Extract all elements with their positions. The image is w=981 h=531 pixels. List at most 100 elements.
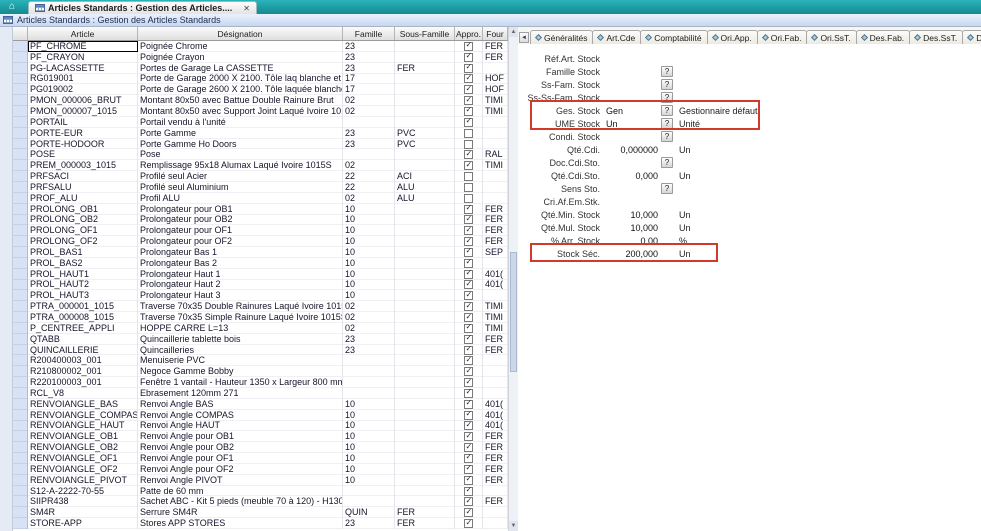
cell-four[interactable]: TIMI bbox=[483, 323, 508, 334]
cell-famille[interactable]: QUIN bbox=[343, 507, 395, 518]
cell-sous-famille[interactable] bbox=[395, 225, 455, 236]
row-selector[interactable] bbox=[13, 204, 28, 215]
cell-article[interactable]: PREM_000003_1015 bbox=[28, 160, 138, 171]
appro-checkbox[interactable] bbox=[464, 270, 473, 279]
appro-checkbox[interactable] bbox=[464, 302, 473, 311]
cell-article[interactable]: R210800002_001 bbox=[28, 366, 138, 377]
cell-designation[interactable]: Renvoi Angle BAS bbox=[138, 399, 343, 410]
cell-article[interactable]: R200400003_001 bbox=[28, 355, 138, 366]
cell-article[interactable]: RENVOIANGLE_OB2 bbox=[28, 442, 138, 453]
panel-tab[interactable]: Comptabilité bbox=[640, 30, 707, 44]
cell-four[interactable]: 401( bbox=[483, 269, 508, 280]
cell-four[interactable] bbox=[483, 366, 508, 377]
cell-article[interactable]: PMON_000006_BRUT bbox=[28, 95, 138, 106]
cell-appro[interactable] bbox=[455, 182, 483, 193]
cell-famille[interactable]: 23 bbox=[343, 139, 395, 150]
cell-designation[interactable]: Renvoi Angle PIVOT bbox=[138, 475, 343, 486]
cell-article[interactable]: PROLONG_OF1 bbox=[28, 225, 138, 236]
cell-appro[interactable] bbox=[455, 236, 483, 247]
cell-appro[interactable] bbox=[455, 388, 483, 399]
appro-checkbox[interactable] bbox=[464, 64, 473, 73]
cell-four[interactable]: FER bbox=[483, 204, 508, 215]
appro-checkbox[interactable] bbox=[464, 367, 473, 376]
help-button[interactable]: ? bbox=[661, 183, 673, 194]
cell-sous-famille[interactable] bbox=[395, 215, 455, 226]
cell-sous-famille[interactable]: ALU bbox=[395, 182, 455, 193]
cell-designation[interactable]: Prolongateur pour OF1 bbox=[138, 225, 343, 236]
appro-checkbox[interactable] bbox=[464, 140, 473, 149]
help-button[interactable]: ? bbox=[661, 79, 673, 90]
table-row[interactable]: PORTE-HODOOR Porte Gamme Ho Doors 23 PVC bbox=[13, 139, 508, 150]
appro-checkbox[interactable] bbox=[464, 421, 473, 430]
appro-checkbox[interactable] bbox=[464, 497, 473, 506]
cell-appro[interactable] bbox=[455, 431, 483, 442]
row-selector[interactable] bbox=[13, 160, 28, 171]
cell-article[interactable]: SM4R bbox=[28, 507, 138, 518]
table-row[interactable]: PREM_000003_1015 Remplissage 95x18 Aluma… bbox=[13, 160, 508, 171]
cell-famille[interactable]: 10 bbox=[343, 247, 395, 258]
appro-checkbox[interactable] bbox=[464, 129, 473, 138]
field-value[interactable]: Un bbox=[606, 119, 658, 129]
cell-appro[interactable] bbox=[455, 149, 483, 160]
row-selector[interactable] bbox=[13, 52, 28, 63]
cell-sous-famille[interactable] bbox=[395, 431, 455, 442]
cell-sous-famille[interactable] bbox=[395, 323, 455, 334]
scrollbar-thumb[interactable] bbox=[510, 252, 517, 372]
cell-designation[interactable]: Portail vendu à l'unité bbox=[138, 117, 343, 128]
cell-appro[interactable] bbox=[455, 52, 483, 63]
panel-tab[interactable]: Des.Vte. bbox=[962, 30, 981, 44]
appro-checkbox[interactable] bbox=[464, 465, 473, 474]
cell-famille[interactable]: 10 bbox=[343, 431, 395, 442]
field-value[interactable]: 10,000 bbox=[606, 223, 658, 233]
cell-designation[interactable]: Serrure SM4R bbox=[138, 507, 343, 518]
cell-article[interactable]: SIIPR438 bbox=[28, 496, 138, 507]
cell-article[interactable]: RENVOIANGLE_HAUT bbox=[28, 421, 138, 432]
appro-checkbox[interactable] bbox=[464, 118, 473, 127]
cell-appro[interactable] bbox=[455, 475, 483, 486]
cell-designation[interactable]: Pose bbox=[138, 149, 343, 160]
cell-sous-famille[interactable] bbox=[395, 377, 455, 388]
cell-famille[interactable]: 10 bbox=[343, 258, 395, 269]
cell-four[interactable]: FER bbox=[483, 453, 508, 464]
appro-checkbox[interactable] bbox=[464, 226, 473, 235]
cell-article[interactable]: PROLONG_OB2 bbox=[28, 215, 138, 226]
cell-famille[interactable]: 10 bbox=[343, 204, 395, 215]
cell-appro[interactable] bbox=[455, 399, 483, 410]
cell-appro[interactable] bbox=[455, 117, 483, 128]
cell-article[interactable]: PTRA_000008_1015 bbox=[28, 312, 138, 323]
cell-famille[interactable]: 10 bbox=[343, 280, 395, 291]
table-row[interactable]: RENVOIANGLE_PIVOT Renvoi Angle PIVOT 10 … bbox=[13, 475, 508, 486]
cell-four[interactable] bbox=[483, 117, 508, 128]
cell-four[interactable] bbox=[483, 182, 508, 193]
help-button[interactable]: ? bbox=[661, 105, 673, 116]
cell-sous-famille[interactable]: PVC bbox=[395, 128, 455, 139]
cell-article[interactable]: PG-LACASSETTE bbox=[28, 63, 138, 74]
scroll-up-icon[interactable]: ▲ bbox=[509, 27, 518, 37]
appro-checkbox[interactable] bbox=[464, 454, 473, 463]
cell-designation[interactable]: Porte Gamme bbox=[138, 128, 343, 139]
tab-scroll-left-icon[interactable]: ◄ bbox=[519, 32, 529, 43]
row-selector[interactable] bbox=[13, 74, 28, 85]
cell-four[interactable]: TIMI bbox=[483, 312, 508, 323]
help-button[interactable]: ? bbox=[661, 118, 673, 129]
appro-checkbox[interactable] bbox=[464, 248, 473, 257]
row-selector[interactable] bbox=[13, 247, 28, 258]
appro-checkbox[interactable] bbox=[464, 85, 473, 94]
cell-article[interactable]: PORTE-EUR bbox=[28, 128, 138, 139]
cell-sous-famille[interactable] bbox=[395, 496, 455, 507]
cell-famille[interactable]: 10 bbox=[343, 464, 395, 475]
cell-four[interactable]: FER bbox=[483, 334, 508, 345]
cell-article[interactable]: PF_CRAYON bbox=[28, 52, 138, 63]
cell-sous-famille[interactable] bbox=[395, 117, 455, 128]
cell-appro[interactable] bbox=[455, 453, 483, 464]
cell-sous-famille[interactable]: PVC bbox=[395, 139, 455, 150]
cell-famille[interactable]: 10 bbox=[343, 453, 395, 464]
cell-four[interactable]: 401( bbox=[483, 399, 508, 410]
row-selector[interactable] bbox=[13, 225, 28, 236]
cell-sous-famille[interactable] bbox=[395, 52, 455, 63]
cell-famille[interactable]: 02 bbox=[343, 312, 395, 323]
cell-four[interactable]: FER bbox=[483, 496, 508, 507]
cell-designation[interactable]: Remplissage 95x18 Alumax Laqué Ivoire 10… bbox=[138, 160, 343, 171]
table-row[interactable]: P_CENTREE_APPLI HOPPE CARRE L=13 02 TIMI bbox=[13, 323, 508, 334]
row-selector[interactable] bbox=[13, 117, 28, 128]
